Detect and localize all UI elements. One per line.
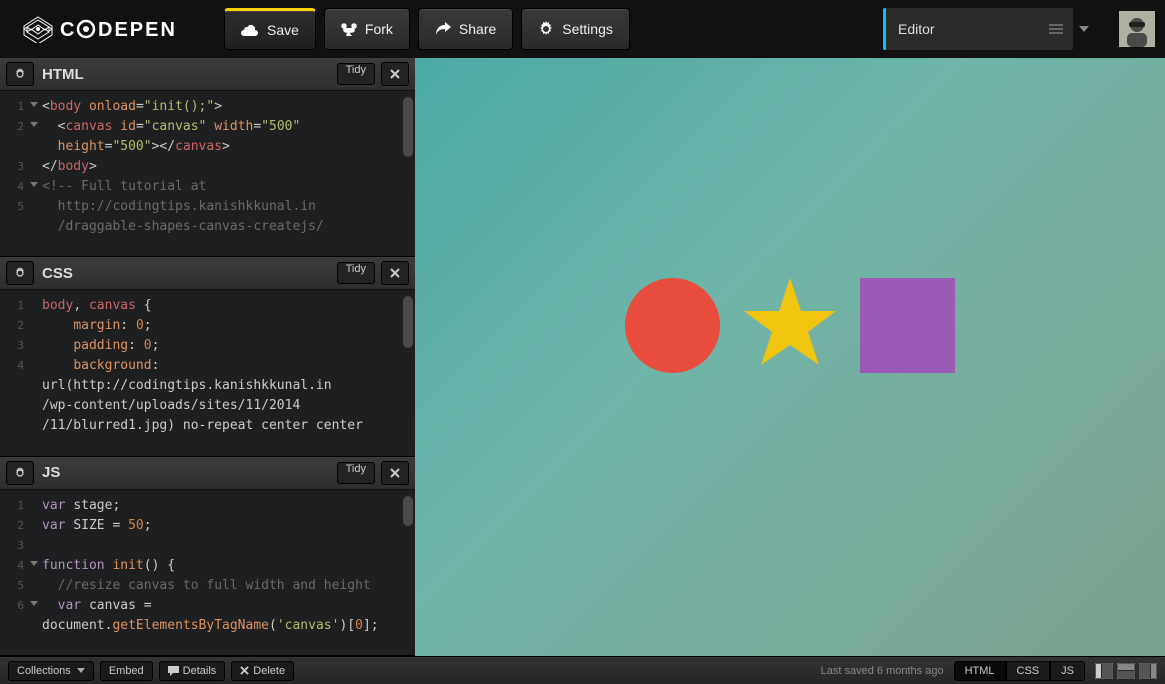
codepen-logo[interactable]: C DEPEN bbox=[0, 15, 220, 43]
share-icon bbox=[435, 22, 451, 36]
js-close-button[interactable] bbox=[381, 461, 409, 485]
pane-header-html: HTML Tidy bbox=[0, 58, 415, 91]
profile-caret-icon[interactable] bbox=[1079, 26, 1089, 32]
save-label: Save bbox=[267, 22, 299, 38]
delete-label: Delete bbox=[253, 665, 285, 677]
editors: HTML Tidy 1<body onload="init();">2 <can… bbox=[0, 58, 415, 656]
pane-html: HTML Tidy 1<body onload="init();">2 <can… bbox=[0, 58, 415, 257]
css-tidy-button[interactable]: Tidy bbox=[337, 262, 375, 284]
js-title: JS bbox=[42, 464, 337, 481]
preview-star[interactable] bbox=[740, 273, 840, 376]
settings-label: Settings bbox=[562, 21, 613, 37]
close-icon bbox=[390, 69, 400, 79]
settings-button[interactable]: Settings bbox=[521, 8, 630, 50]
close-icon bbox=[390, 468, 400, 478]
scrollbar[interactable] bbox=[403, 97, 413, 157]
html-close-button[interactable] bbox=[381, 62, 409, 86]
embed-label: Embed bbox=[109, 665, 144, 677]
js-editor[interactable]: 1var stage;2var SIZE = 50;34function ini… bbox=[0, 490, 415, 655]
pane-header-js: JS Tidy bbox=[0, 457, 415, 490]
menu-icon bbox=[1049, 24, 1063, 34]
embed-button[interactable]: Embed bbox=[100, 661, 153, 681]
css-title: CSS bbox=[42, 265, 337, 282]
css-settings-button[interactable] bbox=[6, 261, 34, 285]
layout-right-icon[interactable] bbox=[1139, 663, 1157, 679]
view-html-button[interactable]: HTML bbox=[954, 661, 1006, 681]
details-label: Details bbox=[183, 665, 217, 677]
view-group: HTML CSS JS bbox=[954, 661, 1085, 681]
close-icon bbox=[390, 268, 400, 278]
save-button[interactable]: Save bbox=[224, 8, 316, 50]
collections-label: Collections bbox=[17, 665, 71, 677]
delete-button[interactable]: Delete bbox=[231, 661, 294, 681]
view-css-button[interactable]: CSS bbox=[1006, 661, 1051, 681]
layout-left-icon[interactable] bbox=[1095, 663, 1113, 679]
fork-icon bbox=[341, 22, 357, 36]
js-tidy-button[interactable]: Tidy bbox=[337, 462, 375, 484]
html-tidy-button[interactable]: Tidy bbox=[337, 63, 375, 85]
preview-square[interactable] bbox=[860, 278, 955, 373]
fork-button[interactable]: Fork bbox=[324, 8, 410, 50]
editor-chip[interactable]: Editor bbox=[883, 8, 1073, 50]
saved-text: Last saved 6 months ago bbox=[821, 665, 944, 677]
bottombar: Collections Embed Details Delete Last sa… bbox=[0, 656, 1165, 684]
pane-header-css: CSS Tidy bbox=[0, 257, 415, 290]
gear-icon bbox=[14, 467, 26, 479]
css-editor[interactable]: 1body, canvas {2 margin: 0;3 padding: 0;… bbox=[0, 290, 415, 455]
scrollbar[interactable] bbox=[403, 296, 413, 348]
view-js-button[interactable]: JS bbox=[1050, 661, 1085, 681]
gear-icon bbox=[538, 21, 554, 37]
js-settings-button[interactable] bbox=[6, 461, 34, 485]
share-button[interactable]: Share bbox=[418, 8, 513, 50]
details-button[interactable]: Details bbox=[159, 661, 226, 681]
fork-label: Fork bbox=[365, 21, 393, 37]
layout-top-icon[interactable] bbox=[1117, 663, 1135, 679]
pane-css: CSS Tidy 1body, canvas {2 margin: 0;3 pa… bbox=[0, 257, 415, 456]
share-label: Share bbox=[459, 21, 496, 37]
layout-icons bbox=[1095, 663, 1157, 679]
comment-icon bbox=[168, 666, 179, 676]
caret-down-icon bbox=[77, 668, 85, 673]
collections-button[interactable]: Collections bbox=[8, 661, 94, 681]
scrollbar[interactable] bbox=[403, 496, 413, 526]
main: HTML Tidy 1<body onload="init();">2 <can… bbox=[0, 58, 1165, 656]
gear-icon bbox=[14, 68, 26, 80]
preview-circle[interactable] bbox=[625, 278, 720, 373]
svg-text:C: C bbox=[60, 19, 76, 41]
html-editor[interactable]: 1<body onload="init();">2 <canvas id="ca… bbox=[0, 91, 415, 256]
avatar[interactable] bbox=[1119, 11, 1155, 47]
gear-icon bbox=[14, 267, 26, 279]
css-close-button[interactable] bbox=[381, 261, 409, 285]
html-settings-button[interactable] bbox=[6, 62, 34, 86]
preview-pane[interactable] bbox=[415, 58, 1165, 656]
pane-js: JS Tidy 1var stage;2var SIZE = 50;34func… bbox=[0, 457, 415, 656]
svg-text:DEPEN: DEPEN bbox=[98, 19, 177, 41]
html-title: HTML bbox=[42, 66, 337, 83]
editor-label: Editor bbox=[898, 21, 935, 37]
topbar: C DEPEN Save Fork Share Settings Editor bbox=[0, 0, 1165, 58]
close-icon bbox=[240, 666, 249, 675]
cloud-icon bbox=[241, 23, 259, 37]
